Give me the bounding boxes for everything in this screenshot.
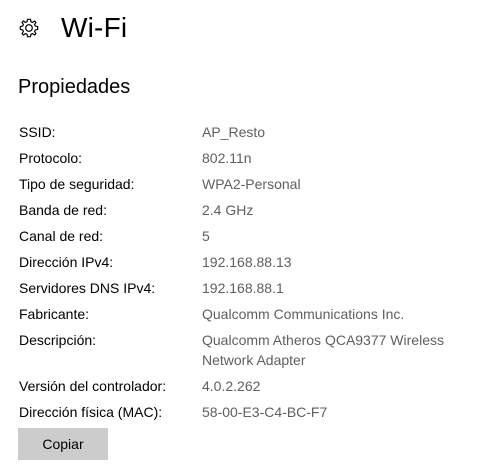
- page-header: Wi-Fi: [18, 8, 127, 48]
- property-label: SSID:: [19, 124, 56, 140]
- property-value: Qualcomm Communications Inc.: [202, 306, 405, 322]
- property-label: Protocolo:: [19, 150, 83, 166]
- property-value: 802.11n: [202, 150, 252, 166]
- property-label: Dirección IPv4:: [19, 254, 114, 270]
- property-label: Descripción:: [19, 332, 97, 348]
- property-label: Versión del controlador:: [19, 378, 167, 394]
- property-label: Dirección física (MAC):: [19, 404, 163, 420]
- property-row-ipv4-dns: Servidores DNS IPv4: 192.168.88.1: [19, 278, 489, 298]
- property-row-security-type: Tipo de seguridad: WPA2-Personal: [19, 174, 489, 194]
- property-value: Qualcomm Atheros QCA9377 Wireless Networ…: [202, 332, 444, 368]
- property-label: Canal de red:: [19, 228, 104, 244]
- gear-icon: [18, 17, 40, 39]
- property-value: AP_Resto: [202, 124, 266, 140]
- property-row-mac-address: Dirección física (MAC): 58-00-E3-C4-BC-F…: [19, 402, 489, 422]
- copy-button[interactable]: Copiar: [18, 428, 108, 460]
- property-value: 58-00-E3-C4-BC-F7: [202, 404, 328, 420]
- property-value: 192.168.88.13: [202, 254, 292, 270]
- property-row-description: Descripción: Qualcomm Atheros QCA9377 Wi…: [19, 330, 489, 370]
- property-row-manufacturer: Fabricante: Qualcomm Communications Inc.: [19, 304, 489, 324]
- property-value: 4.0.2.262: [202, 378, 261, 394]
- property-row-driver-version: Versión del controlador: 4.0.2.262: [19, 376, 489, 396]
- property-row-network-channel: Canal de red: 5: [19, 226, 489, 246]
- property-label: Tipo de seguridad:: [19, 176, 135, 192]
- page-title: Wi-Fi: [61, 12, 128, 43]
- property-row-ipv4-address: Dirección IPv4: 192.168.88.13: [19, 252, 489, 272]
- property-value: 2.4 GHz: [202, 202, 254, 218]
- property-value: 5: [202, 228, 210, 244]
- property-label: Fabricante:: [19, 306, 90, 322]
- property-label: Banda de red:: [19, 202, 107, 218]
- property-value: WPA2-Personal: [202, 176, 301, 192]
- property-row-ssid: SSID: AP_Resto: [19, 122, 489, 142]
- property-row-network-band: Banda de red: 2.4 GHz: [19, 200, 489, 220]
- property-label: Servidores DNS IPv4:: [19, 280, 156, 296]
- property-row-protocol: Protocolo: 802.11n: [19, 148, 489, 168]
- property-value: 192.168.88.1: [202, 280, 284, 296]
- properties-list: SSID: AP_Resto Protocolo: 802.11n Tipo d…: [19, 122, 489, 428]
- section-title: Propiedades: [18, 76, 131, 98]
